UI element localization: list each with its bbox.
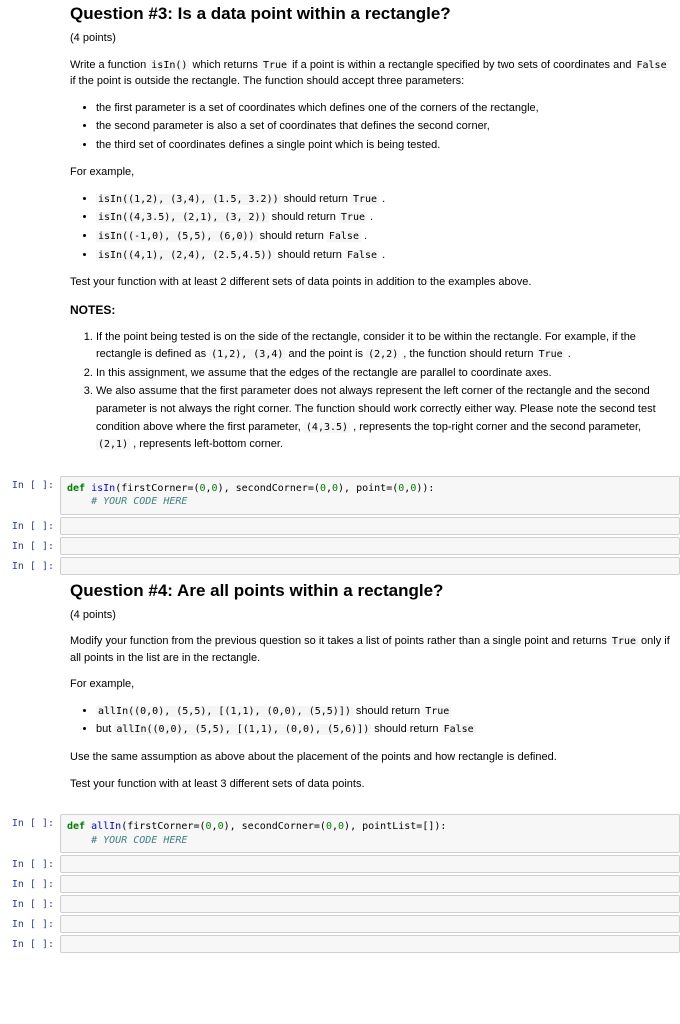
code-content[interactable] — [60, 895, 680, 913]
code-content[interactable]: def allIn(firstCorner=(0,0), secondCorne… — [60, 814, 680, 853]
code-content[interactable] — [60, 875, 680, 893]
q3-notes-list: If the point being tested is on the side… — [96, 329, 670, 454]
inline-code: isIn() — [149, 60, 189, 71]
code-content[interactable]: def isIn(firstCorner=(0,0), secondCorner… — [60, 476, 680, 515]
inline-code: True — [610, 636, 638, 647]
inline-code: (4,3.5) — [304, 422, 350, 433]
input-prompt: In [ ]: — [0, 517, 60, 535]
inline-code: True — [261, 60, 289, 71]
markdown-cell-q4: Question #4: Are all points within a rec… — [0, 577, 680, 812]
code-content[interactable] — [60, 517, 680, 535]
inline-code: allIn((0,0), (5,5), [(1,1), (0,0), (5,6)… — [114, 724, 371, 735]
input-prompt: In [ ]: — [0, 895, 60, 913]
prompt-empty — [0, 0, 60, 474]
input-prompt: In [ ]: — [0, 537, 60, 555]
input-prompt: In [ ]: — [0, 875, 60, 893]
list-item: isIn((4,1), (2,4), (2.5,4.5)) should ret… — [96, 247, 670, 265]
prompt-empty — [0, 577, 60, 812]
input-prompt: In [ ]: — [0, 476, 60, 515]
code-cell-empty: In [ ]: — [0, 855, 680, 873]
code-area[interactable] — [60, 517, 680, 535]
q3-points: (4 points) — [70, 30, 670, 47]
inline-code: (2,1) — [96, 439, 130, 450]
code-area[interactable] — [60, 875, 680, 893]
q4-intro: Modify your function from the previous q… — [70, 633, 670, 666]
code-area[interactable]: def isIn(firstCorner=(0,0), secondCorner… — [60, 476, 680, 515]
for-example: For example, — [70, 164, 670, 181]
list-item: the second parameter is also a set of co… — [96, 118, 670, 136]
code-content[interactable] — [60, 855, 680, 873]
list-item: We also assume that the first parameter … — [96, 383, 670, 453]
q4-examples: allIn((0,0), (5,5), [(1,1), (0,0), (5,5)… — [96, 703, 670, 739]
code-cell-empty: In [ ]: — [0, 915, 680, 933]
q3-params-list: the first parameter is a set of coordina… — [96, 100, 670, 155]
inline-code: False — [327, 231, 361, 242]
code-content[interactable] — [60, 537, 680, 555]
q4-assumption: Use the same assumption as above about t… — [70, 749, 670, 766]
input-prompt: In [ ]: — [0, 935, 60, 953]
inline-code: isIn((-1,0), (5,5), (6,0)) — [96, 231, 257, 242]
list-item: the third set of coordinates defines a s… — [96, 137, 670, 155]
code-cell-isin: In [ ]: def isIn(firstCorner=(0,0), seco… — [0, 476, 680, 515]
list-item: In this assignment, we assume that the e… — [96, 365, 670, 383]
code-content[interactable] — [60, 557, 680, 575]
list-item: isIn((4,3.5), (2,1), (3, 2)) should retu… — [96, 209, 670, 227]
inline-code: True — [339, 212, 367, 223]
inline-code: True — [423, 706, 451, 717]
input-prompt: In [ ]: — [0, 855, 60, 873]
code-area[interactable] — [60, 557, 680, 575]
q3-examples: isIn((1,2), (3,4), (1.5, 3.2)) should re… — [96, 191, 670, 264]
list-item: the first parameter is a set of coordina… — [96, 100, 670, 118]
list-item: isIn((1,2), (3,4), (1.5, 3.2)) should re… — [96, 191, 670, 209]
inline-code: (1,2), (3,4) — [209, 349, 285, 360]
code-cell-empty: In [ ]: — [0, 517, 680, 535]
code-area[interactable]: def allIn(firstCorner=(0,0), secondCorne… — [60, 814, 680, 853]
code-cell-empty: In [ ]: — [0, 537, 680, 555]
inline-code: False — [635, 60, 669, 71]
inline-code: allIn((0,0), (5,5), [(1,1), (0,0), (5,5)… — [96, 706, 353, 717]
list-item: allIn((0,0), (5,5), [(1,1), (0,0), (5,5)… — [96, 703, 670, 721]
code-area[interactable] — [60, 537, 680, 555]
notes-heading: NOTES: — [70, 301, 670, 319]
inline-code: isIn((4,3.5), (2,1), (3, 2)) — [96, 212, 269, 223]
list-item: isIn((-1,0), (5,5), (6,0)) should return… — [96, 228, 670, 246]
inline-code: True — [351, 194, 379, 205]
q3-test-instruction: Test your function with at least 2 diffe… — [70, 274, 670, 291]
inline-code: False — [345, 250, 379, 261]
code-cell-empty: In [ ]: — [0, 895, 680, 913]
code-content[interactable] — [60, 915, 680, 933]
q4-test-instruction: Test your function with at least 3 diffe… — [70, 776, 670, 793]
code-area[interactable] — [60, 895, 680, 913]
list-item: If the point being tested is on the side… — [96, 329, 670, 364]
for-example: For example, — [70, 676, 670, 693]
q4-points: (4 points) — [70, 607, 670, 624]
code-cell-allin: In [ ]: def allIn(firstCorner=(0,0), sec… — [0, 814, 680, 853]
markdown-content: Question #3: Is a data point within a re… — [60, 0, 680, 474]
input-prompt: In [ ]: — [0, 814, 60, 853]
list-item: but allIn((0,0), (5,5), [(1,1), (0,0), (… — [96, 721, 670, 739]
inline-code: (2,2) — [366, 349, 400, 360]
code-content[interactable] — [60, 935, 680, 953]
code-area[interactable] — [60, 935, 680, 953]
inline-code: isIn((4,1), (2,4), (2.5,4.5)) — [96, 250, 275, 261]
notebook: Question #3: Is a data point within a re… — [0, 0, 680, 953]
inline-code: isIn((1,2), (3,4), (1.5, 3.2)) — [96, 194, 281, 205]
input-prompt: In [ ]: — [0, 557, 60, 575]
code-cell-empty: In [ ]: — [0, 875, 680, 893]
code-area[interactable] — [60, 915, 680, 933]
inline-code: False — [442, 724, 476, 735]
q4-title: Question #4: Are all points within a rec… — [70, 581, 670, 601]
input-prompt: In [ ]: — [0, 915, 60, 933]
code-cell-empty: In [ ]: — [0, 557, 680, 575]
markdown-cell-q3: Question #3: Is a data point within a re… — [0, 0, 680, 474]
inline-code: True — [537, 349, 565, 360]
q3-intro: Write a function isIn() which returns Tr… — [70, 57, 670, 90]
q3-title: Question #3: Is a data point within a re… — [70, 4, 670, 24]
markdown-content: Question #4: Are all points within a rec… — [60, 577, 680, 812]
code-area[interactable] — [60, 855, 680, 873]
code-cell-empty: In [ ]: — [0, 935, 680, 953]
